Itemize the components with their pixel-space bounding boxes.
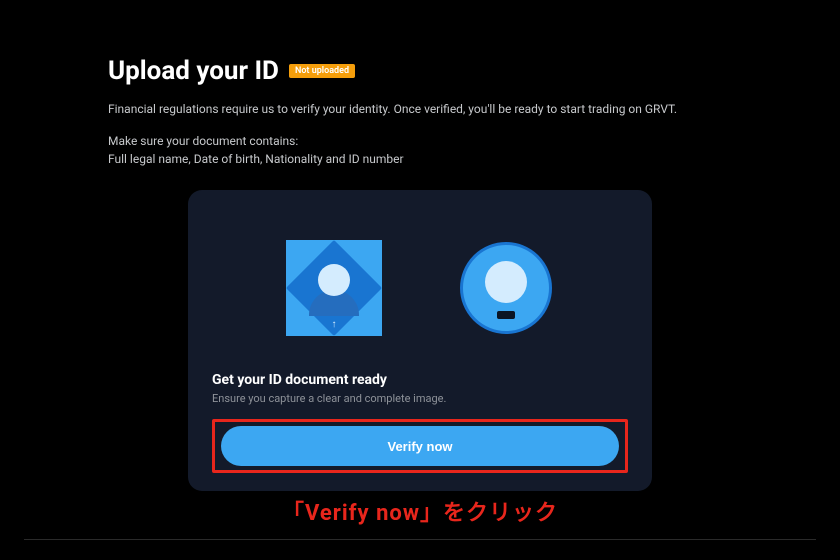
verify-now-button[interactable]: Verify now	[221, 426, 619, 466]
status-badge: Not uploaded	[289, 64, 355, 79]
intro-description: Financial regulations require us to veri…	[108, 100, 732, 118]
verify-card: ↑ Get your ID document ready Ensure you …	[188, 190, 652, 491]
annotation-text: 「Verify now」をクリック	[282, 495, 558, 527]
upload-id-icon: ↑	[286, 240, 382, 336]
page-title: Upload your ID	[108, 56, 279, 86]
intro-make-sure: Make sure your document contains:	[108, 132, 732, 150]
card-heading: Get your ID document ready	[212, 372, 628, 388]
selfie-icon	[458, 240, 554, 336]
annotation-highlight-box: Verify now	[212, 419, 628, 473]
divider	[24, 539, 816, 540]
card-subtext: Ensure you capture a clear and complete …	[212, 392, 628, 405]
intro-requirements: Full legal name, Date of birth, National…	[108, 150, 732, 168]
card-icons-row: ↑	[208, 224, 632, 372]
